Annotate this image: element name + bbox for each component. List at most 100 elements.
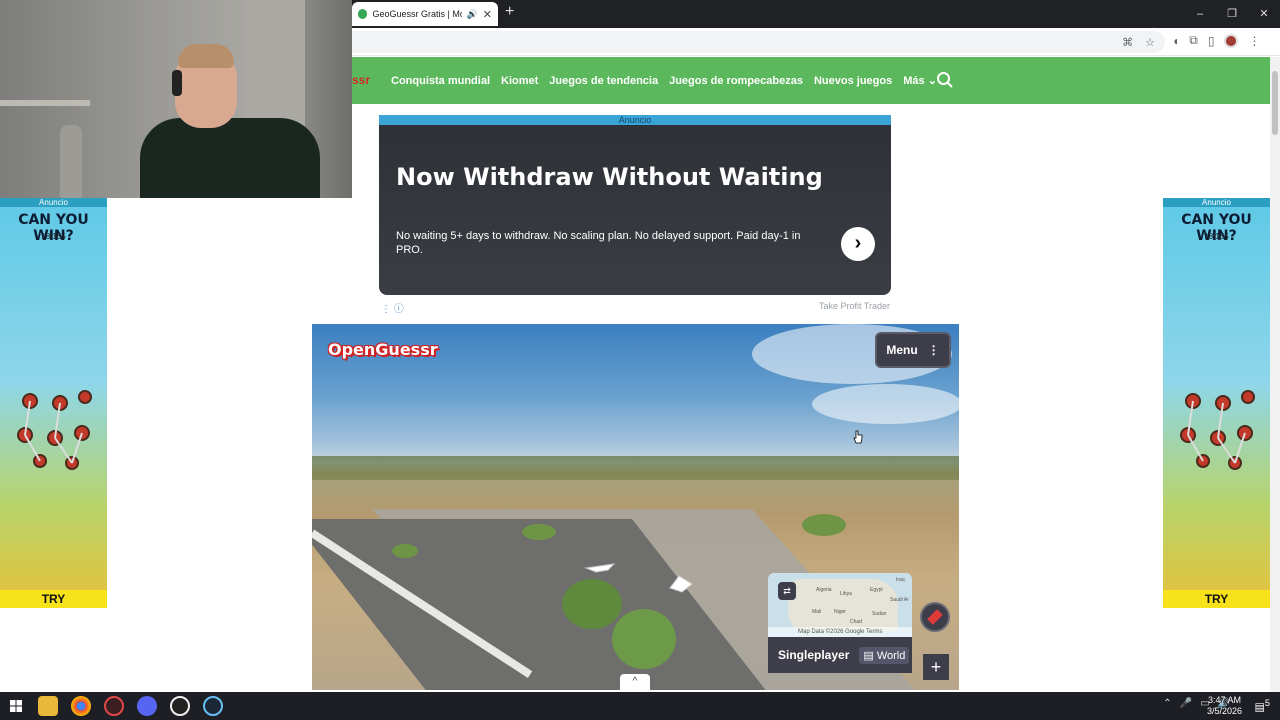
extensions-puzzle-icon[interactable]: ⧉: [1189, 33, 1198, 48]
hand-cursor-icon: [853, 430, 863, 444]
top-ad-card[interactable]: Now Withdraw Without Waiting No waiting …: [379, 125, 891, 295]
top-ad-arrow-button[interactable]: ›: [841, 227, 875, 261]
nav-link-conquista[interactable]: Conquista mundial: [391, 75, 490, 87]
speaker-icon[interactable]: 🔊: [467, 9, 478, 20]
bush: [612, 609, 676, 669]
tray-expand-icon[interactable]: ⌃: [1163, 698, 1171, 709]
street-nav-arrows[interactable]: [574, 562, 704, 598]
windows-start-icon[interactable]: [10, 700, 22, 712]
windows-taskbar: ⌃ 🎤 ▭ 🔊 3:47 AM 3/5/2026 ▤5: [0, 692, 1280, 720]
openguessr-logo: OpenGuessr: [328, 340, 438, 359]
region-label: World: [876, 649, 906, 662]
chrome-icon[interactable]: [71, 696, 91, 716]
new-tab-button[interactable]: +: [505, 3, 514, 21]
profile-avatar[interactable]: [1224, 33, 1239, 48]
clock-date: 3/5/2026: [1206, 706, 1242, 716]
ad-label: Anuncio: [1163, 198, 1270, 207]
nav-links: Conquista mundial Kiomet Juegos de tende…: [391, 74, 937, 88]
obs-icon[interactable]: [170, 696, 190, 716]
ad-cta-button[interactable]: TRY: [1163, 590, 1270, 608]
bush: [522, 524, 556, 540]
site-favicon-icon: [358, 9, 368, 19]
webcam-bottle: [60, 125, 82, 198]
kebab-icon: ⋮: [927, 343, 940, 357]
map-label: Niger: [834, 609, 846, 615]
ad-score: 18/155: [1204, 232, 1229, 241]
minimap-settings-icon[interactable]: ⇄: [778, 582, 796, 600]
mode-label: Singleplayer: [778, 648, 850, 662]
webcam-person-hair: [178, 44, 234, 68]
scrollbar-thumb[interactable]: [1272, 71, 1278, 135]
game-mode-bar[interactable]: Singleplayer ▤ World: [768, 637, 912, 673]
street-view-panel[interactable]: OpenGuessr Menu ⋮ Algeria Libya Egypt Ma…: [312, 324, 959, 690]
nav-link-kiomet[interactable]: Kiomet: [501, 75, 538, 87]
game-menu-button[interactable]: Menu ⋮: [875, 332, 951, 368]
discord-icon[interactable]: [137, 696, 157, 716]
map-label: Iraq: [896, 577, 905, 583]
zoom-in-button[interactable]: +: [923, 654, 949, 680]
extension-audio-icon[interactable]: ◖: [1172, 34, 1179, 48]
file-explorer-icon[interactable]: [38, 696, 58, 716]
taskbar-apps: [38, 696, 223, 716]
nav-link-mas[interactable]: Más ⌄: [903, 74, 937, 87]
nav-link-rompecabezas[interactable]: Juegos de rompecabezas: [669, 75, 803, 87]
webcam-shelf: [0, 100, 90, 106]
map-label: Sudan: [872, 611, 887, 617]
ad-info-icon[interactable]: ⋮ ⓘ: [381, 300, 404, 315]
webcam-headset: [172, 70, 182, 96]
map-label: Egypt: [870, 587, 883, 593]
map-label: Libya: [840, 591, 852, 597]
bookmark-star-icon[interactable]: ☆: [1145, 36, 1155, 49]
close-window-button[interactable]: ✕: [1248, 0, 1280, 28]
restore-button[interactable]: ❐: [1216, 0, 1248, 28]
bush: [392, 544, 418, 558]
ad-score: 18/155: [41, 232, 66, 241]
search-icon[interactable]: [936, 71, 954, 89]
shrub-horizon: [312, 456, 959, 480]
sidebar-icon[interactable]: ▯: [1208, 34, 1215, 48]
browser-tab-active[interactable]: GeoGuessr Gratis | Modo M 🔊 ✕: [352, 2, 498, 26]
window-controls: – ❐ ✕: [1184, 0, 1280, 28]
sky-cloud: [812, 384, 959, 424]
notification-count: 5: [1264, 698, 1270, 708]
webcam-overlay: [0, 0, 352, 198]
region-selector[interactable]: ▤ World: [859, 646, 910, 664]
address-bar[interactable]: ⌘ ☆: [352, 31, 1165, 53]
site-brand-logo[interactable]: ssr: [352, 73, 370, 87]
notifications-icon[interactable]: ▤5: [1255, 698, 1271, 714]
ad-label: Anuncio: [0, 198, 107, 207]
webcam-person-body: [140, 118, 320, 198]
map-label: Algeria: [816, 587, 832, 593]
ad-cta-button[interactable]: TRY: [0, 590, 107, 608]
app-icon-red[interactable]: [104, 696, 124, 716]
collapse-chevron-icon[interactable]: ^: [620, 674, 650, 690]
menu-label: Menu: [886, 343, 918, 357]
bush: [802, 514, 846, 536]
top-ad-label: Anuncio: [379, 115, 891, 125]
browser-menu-icon[interactable]: ⋮: [1248, 34, 1260, 48]
taskbar-clock[interactable]: 3:47 AM 3/5/2026: [1207, 695, 1242, 717]
tab-title: GeoGuessr Gratis | Modo M: [372, 9, 461, 19]
top-ad-body: No waiting 5+ days to withdraw. No scali…: [396, 230, 801, 256]
page-scrollbar[interactable]: [1270, 57, 1280, 692]
top-ad-sponsor[interactable]: Take Profit Trader: [819, 301, 890, 311]
clock-time: 3:47 AM: [1207, 695, 1241, 705]
minimize-button[interactable]: –: [1184, 0, 1216, 28]
nav-link-tendencia[interactable]: Juegos de tendencia: [549, 75, 658, 87]
stickman-battle-image: [17, 390, 92, 470]
map-label: Saudi Ar: [890, 597, 909, 603]
map-label: Mali: [812, 609, 822, 615]
toolbar-icons: ◖ ⧉ ▯ ⋮: [1172, 33, 1260, 48]
side-ad-left[interactable]: Anuncio CAN YOU WIN? 18/155 TRY: [0, 198, 107, 608]
compass-icon[interactable]: [920, 602, 950, 632]
steam-icon[interactable]: [203, 696, 223, 716]
close-tab-icon[interactable]: ✕: [483, 8, 492, 21]
microphone-icon[interactable]: 🎤: [1180, 698, 1192, 709]
compass-needle: [927, 609, 943, 625]
map-label: Chad: [850, 619, 862, 625]
translate-icon[interactable]: ⌘: [1122, 36, 1133, 49]
nav-link-nuevos[interactable]: Nuevos juegos: [814, 75, 892, 87]
side-ad-right[interactable]: Anuncio CAN YOU WIN? 18/155 TRY: [1163, 198, 1270, 608]
top-ad-headline: Now Withdraw Without Waiting: [396, 163, 823, 191]
map-attribution: Map Data ©2026 Google Terms: [768, 627, 912, 637]
